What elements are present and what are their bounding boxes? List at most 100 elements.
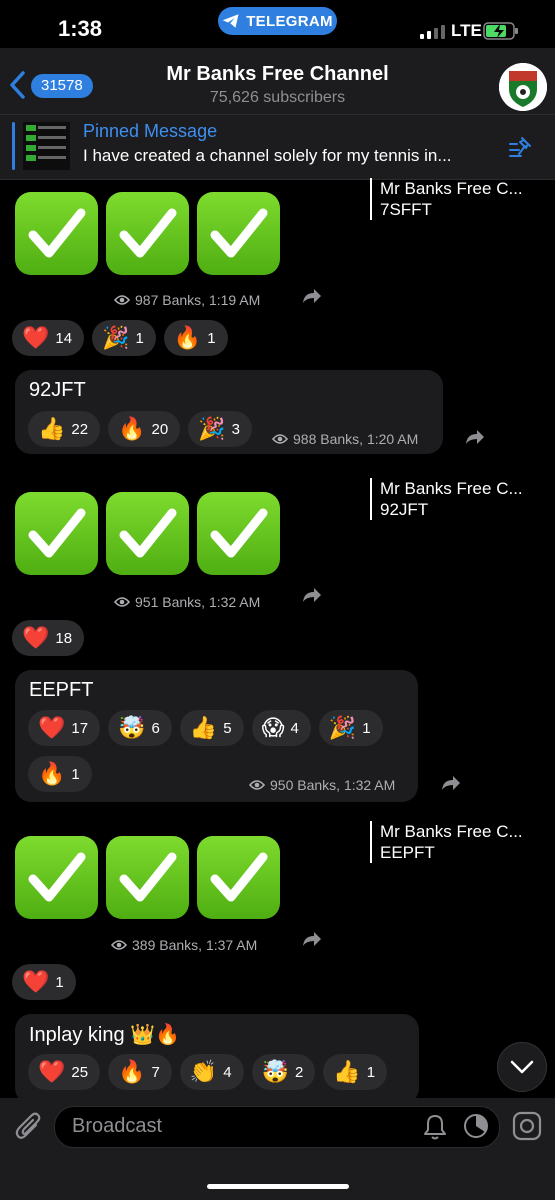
share-arrow-icon	[303, 932, 321, 946]
party-popper-emoji-icon: 🎉	[198, 416, 226, 441]
party-popper-emoji-icon: 🎉	[328, 715, 357, 740]
timer-icon[interactable]	[462, 1112, 490, 1140]
reactions-row: ❤️ 14 🎉 1 🔥 1	[12, 320, 228, 356]
share-arrow-icon	[303, 588, 321, 602]
share-button[interactable]	[460, 422, 490, 452]
party-popper-emoji-icon: 🎉	[102, 325, 130, 350]
attach-paperclip-icon[interactable]	[14, 1111, 42, 1143]
heart-emoji-icon: ❤️	[38, 1059, 66, 1084]
reaction-chip[interactable]: 😱 4	[251, 710, 311, 746]
forward-name: Mr Banks Free C...	[380, 479, 523, 498]
message-meta: 950 Banks, 1:32 AM	[249, 777, 395, 793]
message-meta: 951 Banks, 1:32 AM	[114, 594, 260, 610]
reaction-chip[interactable]: ❤️ 17	[28, 710, 101, 746]
share-button[interactable]	[297, 580, 327, 610]
broadcast-placeholder: Broadcast	[72, 1115, 163, 1137]
message-checkmarks-1[interactable]	[15, 192, 280, 275]
share-arrow-icon	[303, 289, 321, 303]
reactions-row: ❤️ 25 🔥 7 👏 4 🤯 2 👍 1	[28, 1054, 388, 1090]
eye-icon	[272, 434, 288, 444]
eye-icon	[111, 940, 127, 950]
exploding-head-emoji-icon: 🤯	[261, 1059, 289, 1084]
message-text: 92JFT	[29, 379, 86, 401]
exploding-head-emoji-icon: 🤯	[118, 715, 146, 740]
check-mark-icon	[15, 836, 98, 919]
fire-emoji-icon: 🔥	[38, 761, 66, 786]
share-button[interactable]	[297, 924, 327, 954]
fire-emoji-icon: 🔥	[118, 416, 146, 441]
message-meta: 987 Banks, 1:19 AM	[114, 292, 260, 308]
check-mark-icon	[106, 192, 189, 275]
reaction-chip[interactable]: 🔥 1	[28, 756, 92, 792]
eye-icon	[249, 780, 265, 790]
scream-emoji-icon: 😱	[261, 715, 285, 740]
reaction-chip[interactable]: 🔥 20	[108, 411, 181, 447]
reaction-chip[interactable]: 🔥 1	[163, 320, 228, 356]
reactions-row: ❤️ 17 🤯 6 👍 5 😱 4 🎉 1	[28, 710, 383, 746]
reaction-chip[interactable]: 🎉 3	[188, 411, 252, 447]
message-text: EEPFT	[29, 679, 94, 701]
reaction-chip[interactable]: ❤️ 25	[28, 1054, 101, 1090]
reaction-chip[interactable]: ❤️ 18	[12, 620, 85, 656]
pinned-list-icon[interactable]	[507, 134, 535, 160]
pinned-title: Pinned Message	[83, 121, 218, 141]
eye-icon	[114, 295, 130, 305]
forward-name: Mr Banks Free C...	[380, 179, 523, 198]
thumbs-up-emoji-icon: 👍	[333, 1059, 361, 1084]
check-mark-icon	[197, 492, 280, 575]
reaction-chip[interactable]: 🎉 1	[318, 710, 383, 746]
share-button[interactable]	[436, 768, 466, 798]
telegram-pill-label: TELEGRAM	[246, 12, 333, 30]
eye-icon	[114, 597, 130, 607]
reaction-chip[interactable]: 👍 1	[323, 1054, 388, 1090]
message-meta: 988 Banks, 1:20 AM	[272, 431, 418, 447]
message-text: Inplay king 👑🔥	[29, 1024, 180, 1046]
reaction-chip[interactable]: 🎉 1	[92, 320, 156, 356]
forward-text: 92JFT	[380, 500, 429, 519]
battery-charging-icon	[483, 22, 518, 40]
status-time: 1:38	[58, 16, 103, 41]
reactions-row: ❤️ 1	[12, 964, 76, 1000]
signal-icon	[420, 25, 445, 39]
channel-title[interactable]: Mr Banks Free Channel	[0, 63, 555, 86]
message-checkmarks-3[interactable]	[15, 836, 280, 919]
reaction-chip[interactable]: ❤️ 14	[12, 320, 85, 356]
heart-emoji-icon: ❤️	[22, 969, 50, 994]
heart-emoji-icon: ❤️	[22, 625, 50, 650]
reaction-chip[interactable]: 🤯 2	[251, 1054, 316, 1090]
thumbs-up-emoji-icon: 👍	[38, 416, 66, 441]
forward-text: EEPFT	[380, 843, 435, 862]
network-label: LTE	[451, 21, 482, 40]
fire-emoji-icon: 🔥	[173, 325, 202, 350]
reaction-chip[interactable]: ❤️ 1	[12, 964, 76, 1000]
reaction-chip[interactable]: 👍 22	[28, 411, 101, 447]
channel-avatar[interactable]	[499, 63, 547, 111]
bell-icon[interactable]	[423, 1113, 447, 1141]
forward-reply-box[interactable]: Mr Banks Free C... 7SFFT	[370, 178, 523, 220]
thumbs-up-emoji-icon: 👍	[189, 715, 218, 740]
scroll-down-button[interactable]	[497, 1042, 547, 1092]
forward-text: 7SFFT	[380, 200, 432, 219]
camera-icon[interactable]	[512, 1111, 542, 1141]
reactions-row: ❤️ 18	[12, 620, 85, 656]
home-indicator	[207, 1184, 349, 1189]
check-mark-icon	[106, 492, 189, 575]
heart-emoji-icon: ❤️	[22, 325, 50, 350]
clapping-hands-emoji-icon: 👏	[189, 1059, 218, 1084]
forward-reply-box[interactable]: Mr Banks Free C... EEPFT	[370, 821, 523, 863]
subscriber-count: 75,626 subscribers	[209, 89, 346, 106]
reaction-chip[interactable]: 🔥 7	[108, 1054, 172, 1090]
telegram-pill[interactable]: TELEGRAM	[218, 7, 337, 35]
check-mark-icon	[15, 492, 98, 575]
chevron-down-icon	[510, 1060, 534, 1074]
forward-reply-box[interactable]: Mr Banks Free C... 92JFT	[370, 478, 523, 520]
reaction-chip[interactable]: 🤯 6	[108, 710, 172, 746]
reaction-chip[interactable]: 👍 5	[179, 710, 244, 746]
reaction-chip[interactable]: 👏 4	[179, 1054, 244, 1090]
check-mark-icon	[197, 192, 280, 275]
pinned-preview: I have created a channel solely for my t…	[83, 146, 452, 165]
message-checkmarks-2[interactable]	[15, 492, 280, 575]
fire-emoji-icon: 🔥	[118, 1059, 146, 1084]
share-button[interactable]	[297, 281, 327, 311]
reactions-row: 🔥 1	[28, 756, 92, 792]
